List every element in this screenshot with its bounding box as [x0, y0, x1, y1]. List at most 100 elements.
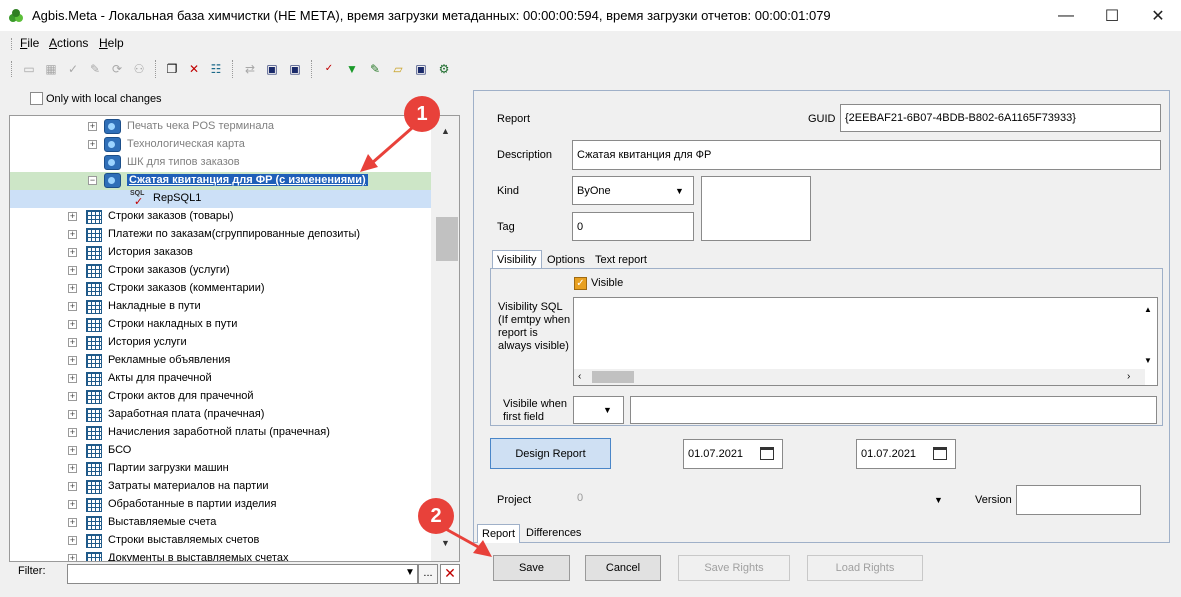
expand-icon[interactable]: +	[68, 374, 77, 383]
tree-item[interactable]: + Строки выставляемых счетов	[10, 532, 432, 550]
sql-scroll-down-icon[interactable]: ▼	[1144, 356, 1152, 365]
expand-icon[interactable]: +	[68, 284, 77, 293]
tab-report[interactable]: Report	[477, 524, 521, 543]
expand-icon[interactable]: +	[68, 392, 77, 401]
tree-item[interactable]: + Строки заказов (услуги)	[10, 262, 432, 280]
scroll-down-icon[interactable]: ▼	[441, 538, 450, 548]
grid-icon[interactable]: ▦	[43, 61, 59, 77]
visible-when-dropdown-icon[interactable]: ▼	[603, 405, 612, 415]
sql-check-icon[interactable]: ✓	[321, 61, 337, 77]
filter-dropdown-icon[interactable]: ▼	[405, 567, 415, 578]
tree-item[interactable]: + Накладные в пути	[10, 298, 432, 316]
filter-icon[interactable]: ▼	[344, 61, 360, 77]
save-all-icon[interactable]: ▣	[287, 61, 303, 77]
expand-icon[interactable]: +	[68, 338, 77, 347]
save-icon[interactable]: ▣	[264, 61, 280, 77]
visible-checkbox[interactable]: ✓	[574, 277, 587, 290]
users-icon[interactable]: ⚇	[131, 61, 147, 77]
expand-icon[interactable]: +	[88, 122, 97, 131]
calendar-icon[interactable]	[933, 447, 947, 460]
tree-item[interactable]: + Строки актов для прачечной	[10, 388, 432, 406]
expand-icon[interactable]: +	[68, 518, 77, 527]
sync-icon[interactable]: ⇄	[242, 61, 258, 77]
metadata-tree[interactable]: + Печать чека POS терминала + Технологическ…	[9, 115, 460, 562]
tree-item[interactable]: + Строки накладных в пути	[10, 316, 432, 334]
save-rights-button[interactable]: Save Rights	[678, 555, 790, 581]
refresh-doc-icon[interactable]: ⟳	[109, 61, 125, 77]
menu-file[interactable]: File	[20, 36, 39, 50]
sql-hscroll-thumb[interactable]	[592, 371, 634, 383]
tree-item[interactable]: + Партии загрузки машин	[10, 460, 432, 478]
tree-item[interactable]: + История услуги	[10, 334, 432, 352]
expand-icon[interactable]: +	[68, 446, 77, 455]
run-icon[interactable]: ✓	[65, 61, 81, 77]
expand-icon[interactable]: +	[88, 140, 97, 149]
tab-text-report[interactable]: Text report	[591, 251, 651, 269]
tree-item[interactable]: + Строки заказов (комментарии)	[10, 280, 432, 298]
guid-field[interactable]: {2EEBAF21-6B07-4BDB-B802-6A1165F73933}	[840, 104, 1161, 132]
tree-item[interactable]: SQL ✓ RepSQL1	[10, 190, 432, 208]
tree-scrollbar[interactable]	[431, 116, 459, 561]
version-field[interactable]	[1016, 485, 1141, 515]
expand-icon[interactable]: +	[68, 248, 77, 257]
expand-icon[interactable]: +	[68, 464, 77, 473]
filter-settings-icon[interactable]: ⚙	[436, 61, 452, 77]
filter-browse-button[interactable]: ...	[418, 564, 438, 584]
menu-help[interactable]: Help	[99, 36, 124, 50]
expand-icon[interactable]: +	[68, 320, 77, 329]
expand-icon[interactable]: +	[68, 212, 77, 221]
expand-icon[interactable]: +	[68, 266, 77, 275]
tree-item[interactable]: + Технологическая карта	[10, 136, 432, 154]
folder-open-icon[interactable]: ▱	[390, 61, 406, 77]
edit-icon[interactable]: ✎	[87, 61, 103, 77]
tree-item[interactable]: + Рекламные объявления	[10, 352, 432, 370]
load-rights-button[interactable]: Load Rights	[807, 555, 923, 581]
sql-hscrollbar[interactable]	[574, 369, 1145, 385]
scroll-left-icon[interactable]: ‹	[578, 371, 581, 382]
visible-when-field[interactable]	[630, 396, 1157, 424]
tab-differences[interactable]: Differences	[522, 524, 585, 542]
kind-extra-box[interactable]	[701, 176, 811, 241]
close-window-button[interactable]: ✕	[1135, 0, 1181, 31]
scroll-right-icon[interactable]: ›	[1127, 371, 1130, 382]
tag-field[interactable]: 0	[572, 212, 694, 241]
tree-item[interactable]: + Документы в выставляемых счетах	[10, 550, 432, 561]
tree-item[interactable]: + Заработная плата (прачечная)	[10, 406, 432, 424]
collapse-icon[interactable]: −	[88, 176, 97, 185]
project-dropdown-icon[interactable]: ▼	[934, 495, 943, 505]
minimize-button[interactable]: —	[1043, 0, 1089, 31]
visible-when-select[interactable]	[573, 396, 624, 424]
tree-item[interactable]: ШК для типов заказов	[10, 154, 432, 172]
delete-icon[interactable]: ✕	[186, 61, 202, 77]
scroll-up-icon[interactable]: ▲	[441, 126, 450, 136]
project-select[interactable]: 0	[573, 484, 956, 514]
kind-dropdown-icon[interactable]: ▼	[675, 186, 684, 196]
tree-item[interactable]: + Выставляемые счета	[10, 514, 432, 532]
calendar-icon[interactable]	[760, 447, 774, 460]
save-button[interactable]: Save	[493, 555, 570, 581]
expand-icon[interactable]: +	[68, 410, 77, 419]
expand-icon[interactable]: +	[68, 482, 77, 491]
tree-item[interactable]: + Акты для прачечной	[10, 370, 432, 388]
tree-item[interactable]: + История заказов	[10, 244, 432, 262]
disk-icon[interactable]: ▣	[413, 61, 429, 77]
expand-icon[interactable]: +	[68, 356, 77, 365]
tree-item[interactable]: + Печать чека POS терминала	[10, 118, 432, 136]
edit-list-icon[interactable]: ✎	[367, 61, 383, 77]
filter-input[interactable]	[67, 564, 418, 584]
copy-icon[interactable]: ❐	[164, 61, 180, 77]
expand-icon[interactable]: +	[68, 428, 77, 437]
tree-item[interactable]: + Платежи по заказам(сгруппированные депо…	[10, 226, 432, 244]
expand-icon[interactable]: +	[68, 536, 77, 545]
menu-actions[interactable]: Actions	[49, 36, 88, 50]
maximize-button[interactable]: ☐	[1089, 0, 1135, 31]
open-folder-icon[interactable]: ▭	[21, 61, 37, 77]
design-report-button[interactable]: Design Report	[490, 438, 611, 469]
sql-scroll-up-icon[interactable]: ▲	[1144, 305, 1152, 314]
tab-options[interactable]: Options	[543, 251, 589, 269]
expand-icon[interactable]: +	[68, 230, 77, 239]
tree-item[interactable]: + Затраты материалов на партии	[10, 478, 432, 496]
tree-scroll-thumb[interactable]	[436, 217, 458, 261]
tree-item[interactable]: − Сжатая квитанция для ФР (с изменениями)	[10, 172, 432, 190]
expand-icon[interactable]: +	[68, 500, 77, 509]
